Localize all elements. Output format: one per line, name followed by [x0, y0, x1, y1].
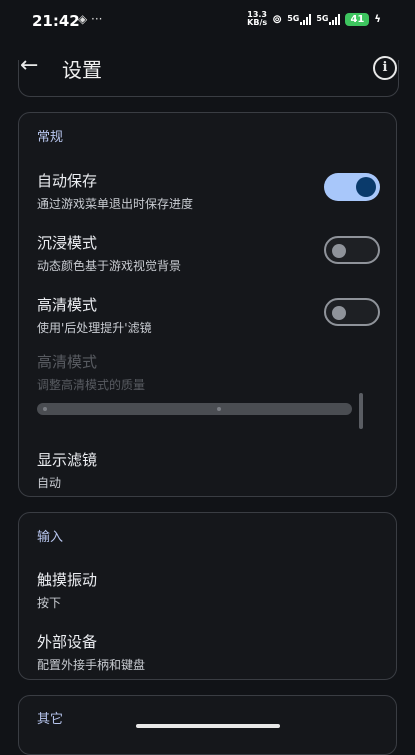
display-filter-title: 显示滤镜	[37, 451, 98, 469]
hd-mode-toggle[interactable]	[324, 298, 380, 326]
hd-quality-subtitle: 调整高清模式的质量	[37, 378, 146, 392]
haptics-row[interactable]: 触摸振动 按下	[37, 569, 378, 611]
section-label-input: 输入	[37, 530, 64, 545]
section-label-general: 常规	[37, 130, 64, 145]
charging-icon: ϟ	[374, 13, 381, 25]
signal-bars-icon	[329, 13, 341, 25]
toggle-knob	[356, 177, 376, 197]
previous-card-edge	[18, 60, 399, 97]
external-devices-title: 外部设备	[37, 633, 98, 651]
net-speed-unit: KB/s	[247, 18, 268, 27]
external-devices-subtitle: 配置外接手柄和键盘	[37, 658, 146, 672]
battery-indicator: 41	[345, 12, 370, 26]
notification-icons: ◈ ···	[78, 12, 103, 26]
external-devices-row[interactable]: 外部设备 配置外接手柄和键盘	[37, 631, 378, 673]
status-right: 13.3 KB/s ⊚ 5G 5G 41 ϟ	[247, 11, 381, 27]
slider-handle	[359, 393, 363, 429]
display-filter-value: 自动	[37, 476, 62, 490]
net-speed: 13.3 KB/s	[247, 11, 267, 27]
toggle-knob	[332, 306, 346, 320]
status-time: 21:42	[32, 12, 80, 30]
hd-quality-slider	[37, 403, 352, 415]
slider-tick	[43, 407, 47, 411]
slider-tick	[217, 407, 221, 411]
hd-quality-title: 高清模式	[37, 353, 98, 371]
input-settings-card: 输入 触摸振动 按下 外部设备 配置外接手柄和键盘	[18, 512, 397, 680]
hd-quality-row: 高清模式 调整高清模式的质量	[37, 351, 378, 393]
link-icon: ⊚	[272, 12, 283, 26]
toggle-knob	[332, 244, 346, 258]
autosave-subtitle: 通过游戏菜单退出时保存进度	[37, 197, 194, 211]
display-filter-row[interactable]: 显示滤镜 自动	[37, 449, 378, 491]
gesture-home-bar[interactable]	[136, 724, 280, 728]
section-label-other: 其它	[37, 712, 64, 727]
immersive-toggle[interactable]	[324, 236, 380, 264]
haptics-value: 按下	[37, 596, 62, 610]
signal-1: 5G	[287, 13, 312, 25]
signal-2-label: 5G	[316, 13, 329, 23]
autosave-toggle[interactable]	[324, 173, 380, 201]
haptics-title: 触摸振动	[37, 571, 98, 589]
general-settings-card: 常规 自动保存 通过游戏菜单退出时保存进度 沉浸模式 动态颜色基于游戏视觉背景 …	[18, 112, 397, 497]
status-bar: 21:42 ◈ ··· 13.3 KB/s ⊚ 5G 5G 41 ϟ	[0, 0, 415, 38]
signal-1-label: 5G	[287, 13, 300, 23]
signal-2: 5G	[316, 13, 341, 25]
signal-bars-icon	[300, 13, 312, 25]
